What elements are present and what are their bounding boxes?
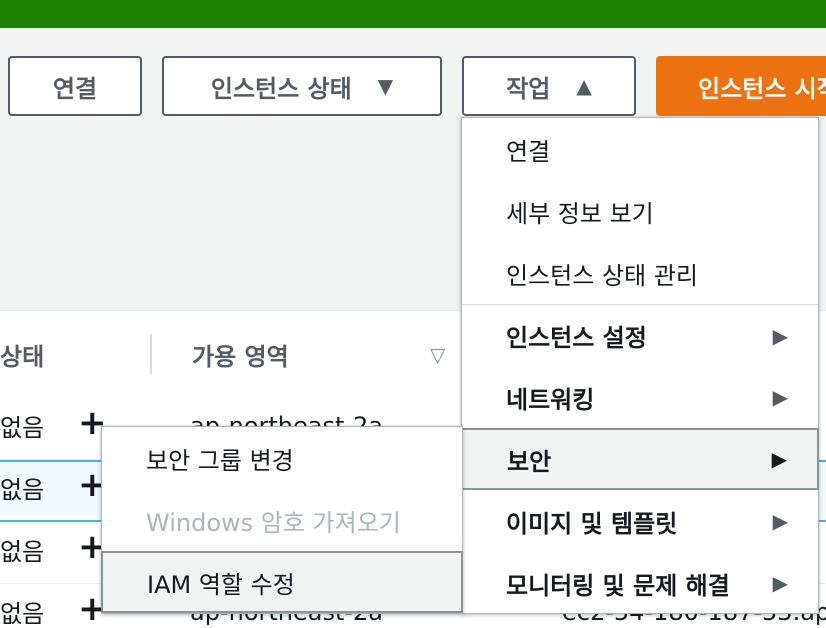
column-header-availability-zone[interactable]: 가용 영역 (192, 310, 289, 398)
connect-button-label: 연결 (52, 74, 98, 103)
actions-dropdown-menu: 연결 세부 정보 보기 인스턴스 상태 관리 인스턴스 설정 ▶ 네트워킹 ▶ … (461, 117, 819, 614)
submenu-item-get-windows-password: Windows 암호 가져오기 (146, 508, 401, 537)
cell-state: 없음 (0, 600, 45, 628)
caret-right-icon: ▶ (772, 571, 788, 595)
caret-right-icon: ▶ (772, 509, 788, 533)
menu-item-view-details[interactable]: 세부 정보 보기 (462, 180, 818, 242)
cell-state: 없음 (0, 476, 45, 504)
top-status-bar (0, 0, 826, 28)
menu-item-images-and-templates[interactable]: 이미지 및 템플릿 ▶ (462, 490, 818, 552)
menu-item-connect[interactable]: 연결 (462, 118, 818, 180)
actions-button-label: 작업 (506, 74, 551, 103)
connect-button[interactable]: 연결 (8, 56, 142, 116)
menu-item-networking[interactable]: 네트워킹 ▶ (462, 366, 818, 428)
column-header-state[interactable]: 상태 (0, 310, 44, 398)
instance-state-button[interactable]: 인스턴스 상태 ▼ (162, 56, 442, 116)
security-submenu: 보안 그룹 변경 Windows 암호 가져오기 IAM 역할 수정 (101, 426, 463, 614)
caret-right-icon: ▶ (771, 447, 787, 471)
column-divider (150, 334, 152, 374)
launch-instances-button-label: 인스턴스 시작 (698, 74, 826, 103)
instance-state-button-label: 인스턴스 상태 (210, 74, 352, 103)
caret-right-icon: ▶ (772, 385, 788, 409)
sort-triangle-icon[interactable]: ▽ (430, 343, 445, 367)
cell-state: 없음 (0, 414, 45, 442)
menu-item-monitor-and-troubleshoot[interactable]: 모니터링 및 문제 해결 ▶ (462, 552, 818, 614)
submenu-item-modify-iam-role[interactable]: IAM 역할 수정 (101, 551, 463, 613)
actions-button[interactable]: 작업 ▲ (462, 56, 636, 116)
caret-up-icon: ▲ (576, 74, 592, 98)
caret-down-icon: ▼ (377, 74, 394, 98)
launch-instances-button[interactable]: 인스턴스 시작 (656, 56, 826, 116)
caret-right-icon: ▶ (772, 323, 788, 348)
cell-state: 없음 (0, 538, 45, 566)
menu-item-security[interactable]: 보안 ▶ (461, 428, 819, 490)
menu-item-instance-settings[interactable]: 인스턴스 설정 ▶ (462, 304, 818, 366)
menu-item-manage-instance-state[interactable]: 인스턴스 상태 관리 (462, 242, 818, 304)
submenu-item-change-security-groups[interactable]: 보안 그룹 변경 (102, 427, 462, 489)
